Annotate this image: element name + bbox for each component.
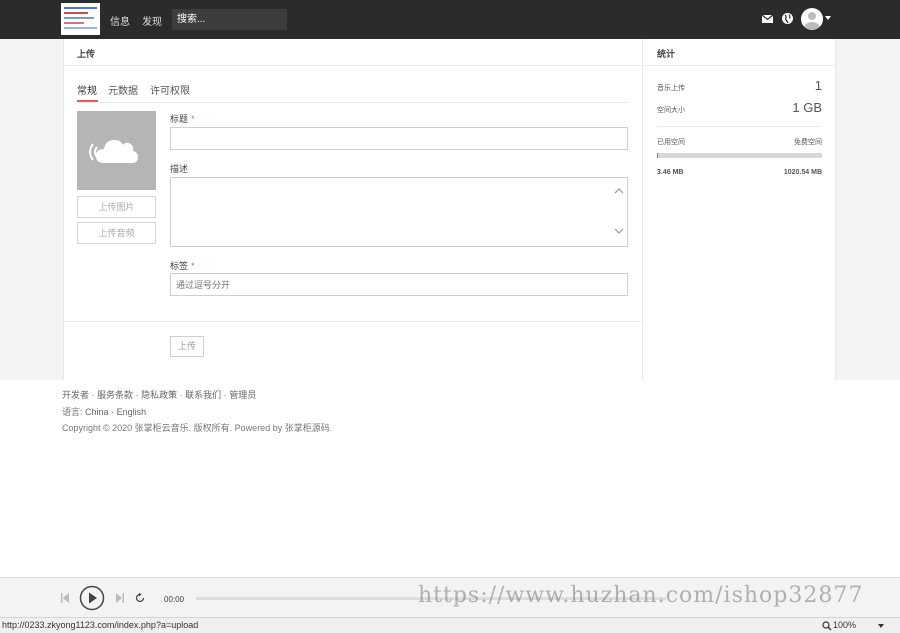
tab-metadata[interactable]: 元数据	[108, 82, 138, 97]
footer-separator: ·	[135, 390, 139, 400]
used-space-value: 3.46 MB	[657, 169, 684, 176]
zoom-icon[interactable]	[822, 621, 832, 631]
textarea-scroll-arrows-icon[interactable]	[614, 186, 624, 238]
next-track-icon[interactable]	[115, 592, 125, 604]
tabs-divider	[77, 102, 628, 103]
footer-separator: ·	[111, 407, 115, 417]
footer-link-developers[interactable]: 开发者	[62, 390, 89, 400]
title-field-label: 标题 *	[170, 112, 195, 125]
title-label-text: 标题	[170, 114, 189, 124]
required-mark: *	[191, 114, 195, 124]
free-space-label: 免费空间	[794, 139, 822, 146]
footer-separator: ·	[223, 390, 227, 400]
browser-status-bar: http://0233.zkyong1123.com/index.php?a=u…	[0, 617, 900, 633]
active-tab-indicator	[77, 100, 98, 102]
title-input[interactable]	[170, 127, 628, 150]
stats-panel-title: 统计	[657, 49, 676, 59]
footer-link-contact[interactable]: 联系我们	[185, 390, 221, 400]
footer-copyright: Copyright © 2020 张掌柜云音乐. 版权所有. Powered b…	[62, 423, 333, 433]
footer-link-admin[interactable]: 管理员	[229, 390, 256, 400]
user-avatar[interactable]	[801, 8, 823, 30]
tags-field-label: 标签 *	[170, 259, 195, 272]
space-size-label: 空间大小	[657, 107, 685, 114]
footer-language: 语言: China · English	[62, 405, 146, 418]
form-footer-divider	[64, 321, 642, 322]
upload-audio-button[interactable]: 上传音频	[77, 222, 156, 244]
footer-links: 开发者 · 服务条款 · 隐私政策 · 联系我们 · 管理员	[62, 388, 256, 401]
repeat-icon[interactable]	[134, 592, 146, 604]
zoom-level[interactable]: 100%	[833, 620, 856, 630]
mail-icon[interactable]	[761, 12, 774, 25]
tab-general[interactable]: 常规	[77, 82, 97, 97]
footer-link-privacy[interactable]: 隐私政策	[141, 390, 177, 400]
previous-track-icon[interactable]	[60, 592, 70, 604]
nav-messages-link[interactable]: 信息	[110, 13, 130, 28]
chevron-down-icon[interactable]	[825, 16, 831, 20]
current-time: 00:00	[164, 595, 185, 604]
search-input[interactable]	[172, 9, 287, 30]
upload-panel-title: 上传	[77, 49, 96, 59]
divider	[64, 65, 642, 66]
tags-label-text: 标签	[170, 261, 189, 271]
nav-discover-link[interactable]: 发现	[142, 13, 162, 28]
language-china[interactable]: China	[85, 407, 109, 417]
used-space-label: 已用空间	[657, 139, 685, 146]
tab-permissions[interactable]: 许可权限	[150, 82, 190, 97]
footer-separator: ·	[91, 390, 95, 400]
language-english[interactable]: English	[117, 407, 147, 417]
globe-icon[interactable]	[781, 12, 794, 25]
total-uploads-value: 1	[814, 78, 822, 93]
cloud-music-icon	[89, 139, 138, 163]
storage-progress-bar	[657, 153, 822, 158]
tags-input[interactable]	[170, 273, 628, 296]
site-logo[interactable]	[61, 3, 100, 35]
chevron-down-icon[interactable]	[878, 624, 884, 628]
required-mark: *	[191, 261, 195, 271]
free-space-value: 1020.54 MB	[783, 169, 822, 176]
description-field-label: 描述	[170, 164, 189, 174]
total-uploads-label: 音乐上传	[657, 85, 685, 92]
footer-separator: ·	[179, 390, 183, 400]
artwork-preview	[77, 111, 156, 190]
language-label: 语言:	[62, 407, 83, 417]
play-icon[interactable]	[79, 585, 105, 611]
footer-link-terms[interactable]: 服务条款	[97, 390, 133, 400]
storage-progress-fill	[657, 153, 658, 158]
divider	[644, 65, 836, 66]
upload-image-button[interactable]: 上传图片	[77, 196, 156, 218]
description-textarea[interactable]	[170, 177, 628, 247]
divider	[657, 126, 822, 127]
submit-upload-button[interactable]: 上传	[170, 336, 204, 357]
space-size-value: 1 GB	[792, 100, 822, 115]
watermark-text: https://www.huzhan.com/ishop32877	[418, 583, 864, 608]
status-url: http://0233.zkyong1123.com/index.php?a=u…	[2, 620, 199, 630]
top-navbar: 信息 发现	[0, 0, 900, 39]
